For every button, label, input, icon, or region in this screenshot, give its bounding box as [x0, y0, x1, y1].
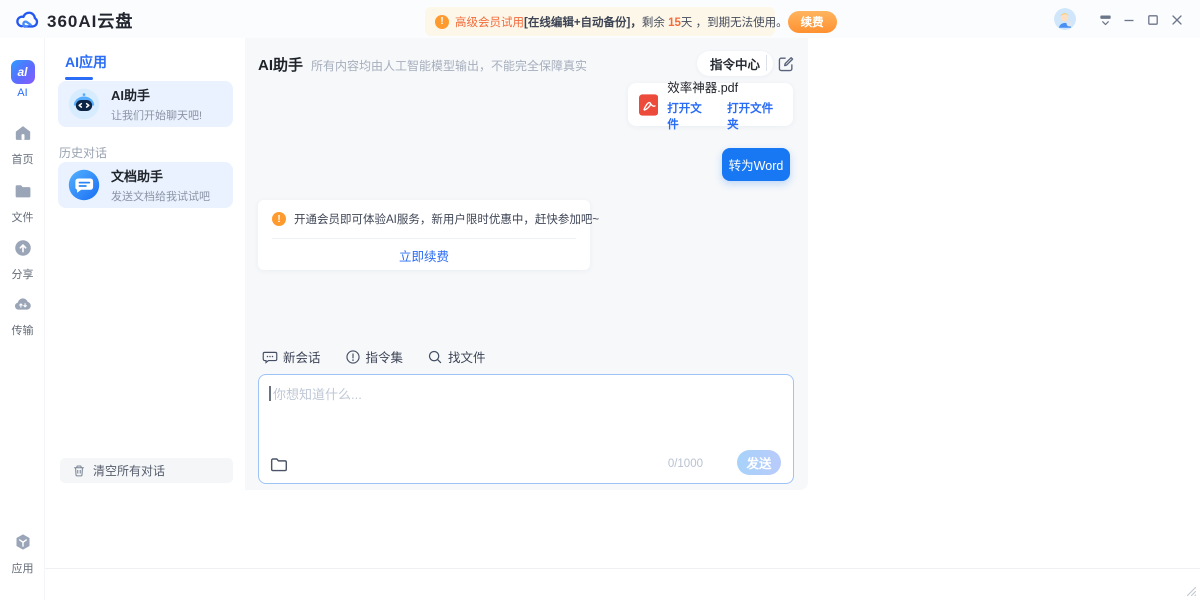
- trash-icon: [72, 464, 86, 478]
- rail-label-share: 分享: [0, 266, 45, 282]
- rail-label-files: 文件: [0, 209, 45, 225]
- clear-all-chats-label: 清空所有对话: [93, 462, 165, 479]
- clear-all-chats-button[interactable]: 清空所有对话: [60, 458, 233, 483]
- search-icon: [427, 349, 443, 365]
- find-file-label: 找文件: [448, 347, 486, 366]
- send-button[interactable]: 发送: [737, 450, 781, 475]
- attach-folder-icon: [269, 455, 288, 474]
- renew-now-link[interactable]: 立即续费: [258, 246, 590, 265]
- panel-title: AI助手: [258, 54, 303, 75]
- rail-item-share[interactable]: 分享: [0, 238, 45, 282]
- rail-item-home[interactable]: 首页: [0, 123, 45, 167]
- trial-notice-bar: ! 高级会员试用[在线编辑+自动备份]，剩余 15天 ，到期无法使用。 续费: [425, 7, 775, 36]
- chat-toolbar: 新会话 指令集 找文件: [262, 347, 486, 366]
- find-file-button[interactable]: 找文件: [427, 347, 486, 366]
- tab-underline: [65, 77, 93, 80]
- promo-text: 开通会员即可体验AI服务，新用户限时优惠中，赶快参加吧~: [294, 211, 599, 227]
- user-avatar[interactable]: [1054, 8, 1076, 30]
- ai-sidebar: AI应用 AI助手 让我们开始聊天吧! 历史对话: [45, 38, 245, 600]
- close-button[interactable]: [1168, 12, 1186, 28]
- left-rail: al AI 首页 文件 分享: [0, 38, 45, 600]
- tray-icon: [1098, 13, 1113, 28]
- char-counter: 0/1000: [668, 458, 703, 470]
- apps-hexagon-icon: [13, 532, 33, 552]
- renew-button[interactable]: 续费: [788, 11, 837, 33]
- warning-icon: !: [435, 15, 449, 29]
- rail-label-transfer: 传输: [0, 322, 45, 338]
- command-set-label: 指令集: [366, 347, 404, 366]
- title-bar: 360AI云盘 ! 高级会员试用[在线编辑+自动备份]，剩余 15天 ，到期无法…: [0, 0, 1200, 38]
- doc-assistant-subtitle: 发送文档给我试试吧: [111, 188, 210, 204]
- robot-icon: [68, 88, 100, 120]
- chat-panel: AI助手 所有内容均由人工智能模型输出，不能完全保障真实 指令中心 效率神器.p…: [245, 38, 808, 490]
- transfer-cloud-icon: [13, 294, 33, 314]
- maximize-button[interactable]: [1144, 12, 1162, 28]
- message-input[interactable]: [273, 384, 778, 446]
- ai-disclaimer: 所有内容均由人工智能模型输出，不能完全保障真实: [311, 57, 587, 74]
- footer-divider: [45, 568, 1200, 569]
- new-session-label: 新会话: [283, 347, 321, 366]
- compose-icon: [777, 55, 795, 73]
- command-center-button[interactable]: 指令中心: [697, 51, 773, 76]
- folder-icon: [13, 181, 33, 201]
- open-folder-link[interactable]: 打开文件夹: [727, 100, 782, 132]
- tab-ai-apps[interactable]: AI应用: [65, 52, 107, 72]
- minimize-button[interactable]: [1120, 12, 1138, 28]
- open-file-link[interactable]: 打开文件: [667, 100, 711, 132]
- rail-label-home: 首页: [0, 151, 45, 167]
- file-message-card[interactable]: 效率神器.pdf 打开文件 打开文件夹: [628, 83, 793, 126]
- new-session-bubble-icon: [262, 349, 278, 365]
- command-set-button[interactable]: 指令集: [345, 347, 404, 366]
- chat-bubble-icon: [68, 169, 100, 201]
- app-window: 360AI云盘 ! 高级会员试用[在线编辑+自动备份]，剩余 15天 ，到期无法…: [0, 0, 1200, 600]
- close-icon: [1170, 13, 1184, 27]
- ai-assistant-card[interactable]: AI助手 让我们开始聊天吧!: [58, 81, 233, 127]
- window-resize-grip[interactable]: [1183, 583, 1197, 600]
- app-title: 360AI云盘: [47, 7, 133, 32]
- rail-item-transfer[interactable]: 传输: [0, 294, 45, 338]
- minimize-to-tray-button[interactable]: [1096, 12, 1114, 28]
- share-icon: [13, 238, 33, 258]
- rail-item-apps[interactable]: 应用: [0, 532, 45, 576]
- text-caret: [269, 386, 271, 401]
- convert-to-word-button[interactable]: 转为Word: [722, 148, 790, 181]
- app-logo: 360AI云盘: [14, 7, 133, 32]
- minimize-icon: [1122, 13, 1136, 27]
- rail-label-ai: AI: [0, 87, 45, 99]
- cloud-logo-icon: [14, 9, 40, 31]
- attach-file-button[interactable]: [269, 455, 289, 475]
- command-set-icon: [345, 349, 361, 365]
- message-input-container: 0/1000 发送: [258, 374, 794, 484]
- promo-divider: [272, 238, 576, 239]
- ai-assistant-title: AI助手: [111, 85, 202, 104]
- new-chat-compose-button[interactable]: [775, 53, 796, 74]
- history-section-label: 历史对话: [59, 144, 107, 161]
- ai-assistant-subtitle: 让我们开始聊天吧!: [111, 107, 202, 123]
- rail-label-apps: 应用: [0, 560, 45, 576]
- new-session-button[interactable]: 新会话: [262, 347, 321, 366]
- trial-notice-text: 高级会员试用[在线编辑+自动备份]，剩余 15天 ，到期无法使用。: [455, 14, 788, 30]
- home-icon: [13, 123, 33, 143]
- membership-promo-card: ! 开通会员即可体验AI服务，新用户限时优惠中，赶快参加吧~ 立即续费: [258, 200, 590, 270]
- header-divider: [766, 55, 767, 71]
- pdf-file-icon: [639, 94, 658, 116]
- promo-warning-icon: !: [272, 212, 286, 226]
- rail-item-files[interactable]: 文件: [0, 181, 45, 225]
- doc-assistant-card[interactable]: 文档助手 发送文档给我试试吧: [58, 162, 233, 208]
- ai-app-icon: al: [11, 60, 35, 84]
- rail-item-ai[interactable]: al AI: [0, 60, 45, 99]
- maximize-icon: [1146, 13, 1160, 27]
- doc-assistant-title: 文档助手: [111, 166, 210, 185]
- file-name: 效率神器.pdf: [667, 77, 782, 96]
